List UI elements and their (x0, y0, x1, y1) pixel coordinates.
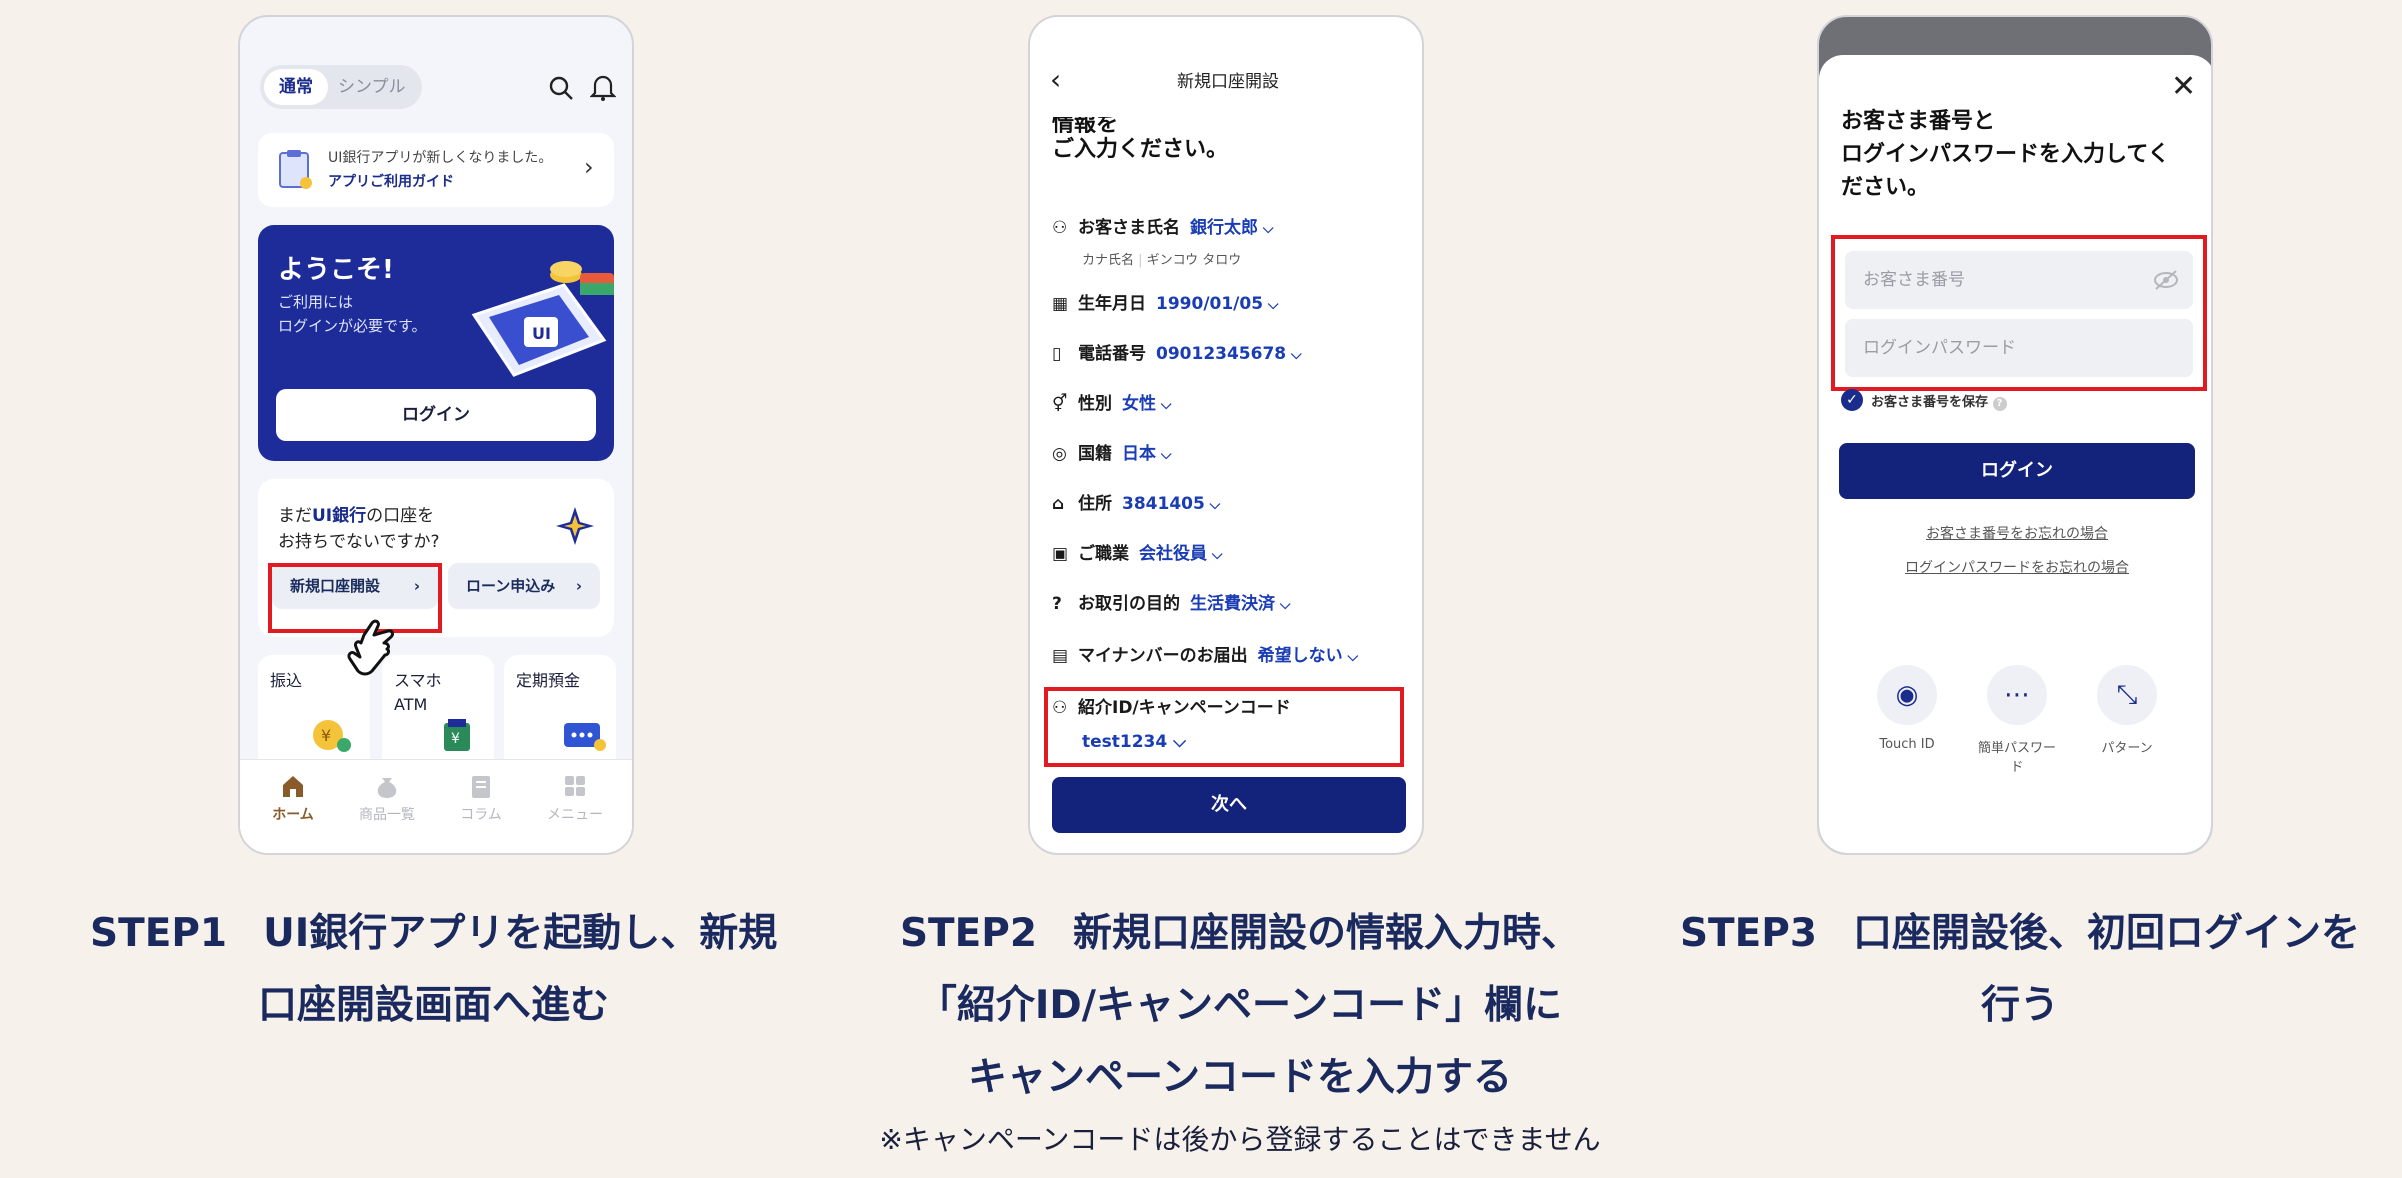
bottom-tab-bar: ホーム 商品一覧 コラム メニュー (240, 759, 632, 853)
tile-deposit-label: 定期預金 (516, 671, 581, 690)
row-mynumber[interactable]: ▤ マイナンバーのお届出 希望しない (1052, 641, 1358, 671)
clipboard-icon (279, 150, 312, 189)
notice-text: UI銀行アプリが新しくなりました。 (328, 150, 553, 166)
mobile-phone-icon: ▯ (1052, 344, 1062, 364)
mode-normal[interactable]: 通常 (264, 69, 328, 105)
tile-transfer-label: 振込 (270, 671, 303, 690)
house-icon: ⌂ (1052, 494, 1065, 514)
row-nationality[interactable]: ◎ 国籍 日本 (1052, 439, 1172, 469)
smartphone-illustration-icon: UI (471, 261, 614, 377)
home-icon (283, 776, 303, 797)
money-bag-icon (377, 778, 397, 798)
login-heading: お客さま番号と ログインパスワードを入力してく ださい。 (1841, 109, 2170, 200)
phone-screen-home: 通常 シンプル UI銀行アプリが新しくなりました。 アプリご利用ガイド › よう… (238, 15, 634, 855)
simple-password-button[interactable]: ⋯ 簡単パスワード (1977, 665, 2057, 775)
savings-icon (564, 723, 606, 751)
help-icon[interactable]: ? (1992, 397, 2007, 411)
save-number-label: お客さま番号を保存 ? (1871, 391, 2007, 411)
tab-home[interactable]: ホーム (248, 772, 338, 824)
welcome-line1: ご利用には (278, 293, 354, 311)
form-heading: 情報を ご入力ください。 (1052, 117, 1228, 167)
fingerprint-icon: ◉ (1877, 665, 1937, 725)
svg-text:¥: ¥ (321, 726, 331, 745)
phone-screen-registration: ‹ 新規口座開設 情報を ご入力ください。 ⚇お客さま氏名銀行太郎 カナ氏名 |… (1028, 15, 1424, 855)
forgot-password-link[interactable]: ログインパスワードをお忘れの場合 (1819, 557, 2211, 577)
star-logo-icon (556, 507, 594, 545)
tab-column[interactable]: コラム (436, 772, 526, 824)
heading-partial: 情報を (1052, 117, 1119, 133)
row-gender[interactable]: ⚥ 性別 女性 (1052, 389, 1172, 419)
highlight-referral-code (1044, 687, 1404, 767)
account-question-line1: まだUI銀行の口座を (278, 506, 435, 526)
tap-hand-icon (347, 619, 394, 676)
mode-simple[interactable]: シンプル (338, 65, 406, 109)
tab-column-label: コラム (460, 807, 502, 823)
login-submit-button[interactable]: ログイン (1839, 443, 2195, 499)
svg-text:¥: ¥ (451, 731, 460, 747)
loan-button[interactable]: ローン申込み › (448, 563, 600, 609)
row-birthdate[interactable]: ▦ 生年月日 1990/01/05 (1052, 289, 1279, 319)
login-button[interactable]: ログイン (276, 389, 596, 441)
welcome-card: ようこそ! ご利用には ログインが必要です。 UI ログイン (258, 225, 614, 461)
coin-icon: ¥ (313, 720, 351, 752)
forgot-number-link[interactable]: お客さま番号をお忘れの場合 (1819, 523, 2211, 543)
search-icon[interactable] (548, 75, 574, 101)
mode-toggle[interactable]: 通常 シンプル (260, 65, 422, 109)
app-notice-card[interactable]: UI銀行アプリが新しくなりました。 アプリご利用ガイド › (258, 133, 614, 207)
row-purpose[interactable]: ? お取引の目的 生活費決済 (1052, 589, 1291, 619)
kana-row: カナ氏名 | ギンコウ タロウ (1082, 253, 1242, 268)
step2-note: ※キャンペーンコードは後から登録することはできません (879, 1123, 1601, 1156)
step3-caption: STEP3 口座開設後、初回ログインを 行う (1679, 911, 2361, 1028)
welcome-title: ようこそ! (278, 255, 394, 285)
row-occupation[interactable]: ▣ ご職業 会社役員 (1052, 539, 1223, 569)
screen-title: 新規口座開設 (1177, 72, 1279, 92)
chevron-right-icon: › (584, 153, 594, 181)
close-icon[interactable]: ✕ (2171, 69, 2196, 104)
row-address[interactable]: ⌂ 住所 3841405 (1052, 489, 1220, 519)
id-card-icon: ▤ (1052, 646, 1069, 666)
step1-caption: STEP1 UI銀行アプリを起動し、新規 口座開設画面へ進む (90, 911, 778, 1028)
row-phone[interactable]: ▯ 電話番号 09012345678 (1052, 339, 1302, 369)
chevron-right-icon: › (575, 577, 582, 595)
question-circle-icon: ? (1052, 594, 1062, 614)
person-icon: ⚇ (1052, 218, 1068, 238)
tab-products-label: 商品一覧 (359, 807, 415, 823)
pattern-icon: ⤡ (2097, 665, 2157, 725)
tab-menu-label: メニュー (547, 807, 603, 823)
grid-menu-icon (565, 776, 585, 796)
touch-id-button[interactable]: ◉ Touch ID (1867, 665, 1947, 752)
bell-icon[interactable] (590, 73, 616, 101)
tab-products[interactable]: 商品一覧 (342, 772, 432, 824)
globe-icon: ◎ (1052, 444, 1067, 464)
tab-menu[interactable]: メニュー (530, 772, 620, 824)
briefcase-icon: ▣ (1052, 544, 1069, 564)
login-sheet: ✕ お客さま番号と ログインパスワードを入力してく ださい。 お客さま番号 ログ… (1819, 55, 2211, 853)
tile-time-deposit[interactable]: 定期預金 (504, 655, 616, 775)
step2-caption: STEP2 新規口座開設の情報入力時、 「紹介ID/キャンペーンコード」欄に キャ… (899, 911, 1581, 1100)
welcome-line2: ログインが必要です。 (278, 317, 427, 335)
calendar-icon: ▦ (1052, 294, 1069, 314)
row-name[interactable]: ⚇ お客さま氏名 銀行太郎 (1052, 213, 1274, 243)
pattern-button[interactable]: ⤡ パターン (2087, 665, 2167, 756)
keypad-dots-icon: ⋯ (1987, 665, 2047, 725)
highlight-login-fields (1831, 235, 2207, 391)
tab-home-label: ホーム (272, 807, 314, 823)
notice-link[interactable]: アプリご利用ガイド (328, 171, 454, 191)
svg-text:UI: UI (532, 324, 551, 343)
phone-screen-login: ✕ お客さま番号と ログインパスワードを入力してく ださい。 お客さま番号 ログ… (1817, 15, 2213, 855)
heading-main: ご入力ください。 (1052, 137, 1229, 162)
next-button[interactable]: 次へ (1052, 777, 1406, 833)
document-icon (472, 776, 490, 798)
save-number-checkbox[interactable]: ✓ (1841, 389, 1863, 411)
account-question-line2: お持ちでないですか? (278, 532, 440, 552)
gender-icon: ⚥ (1052, 394, 1068, 414)
atm-icon: ¥ (444, 719, 470, 751)
